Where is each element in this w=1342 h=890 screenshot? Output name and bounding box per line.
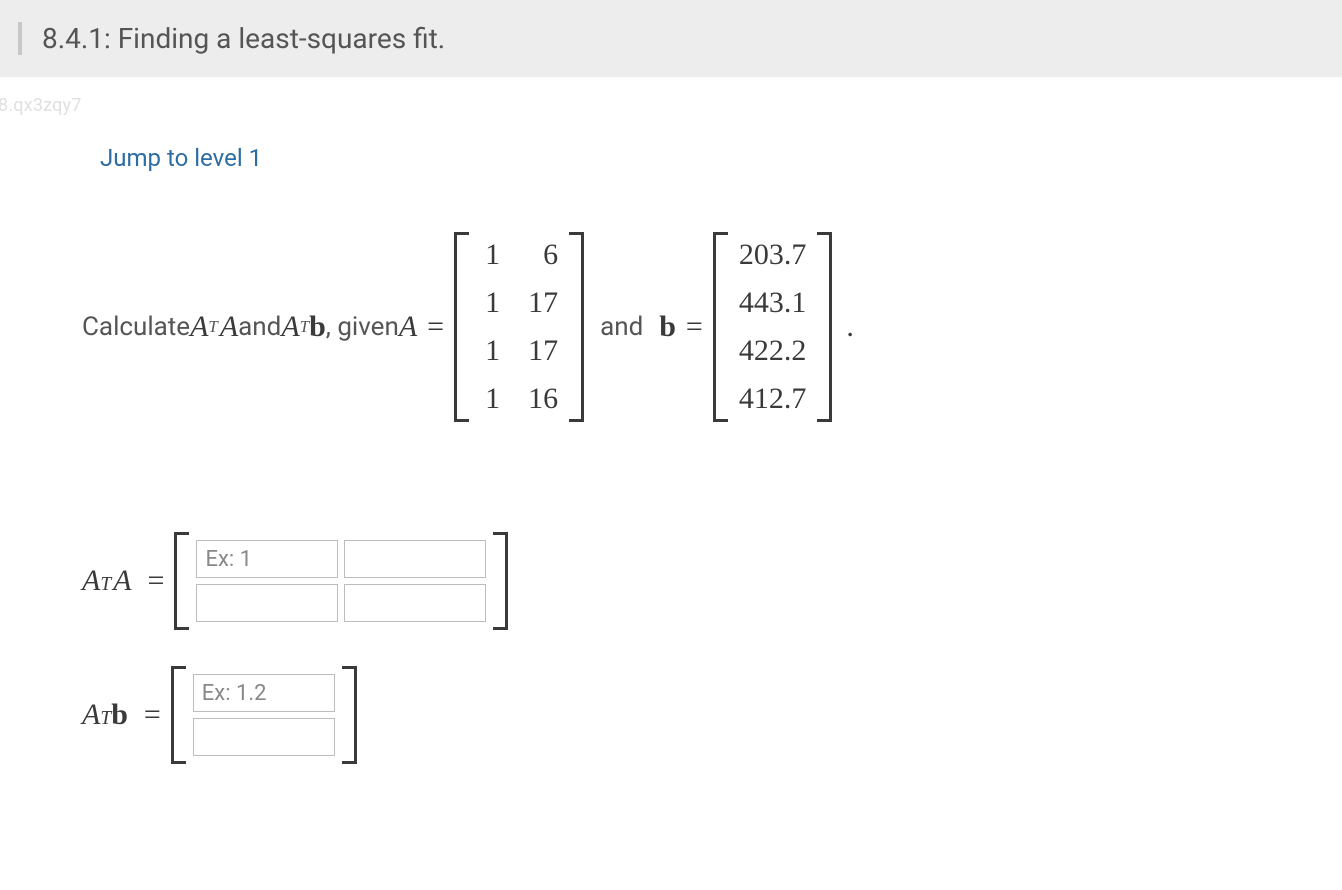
sym-T-sup: T <box>300 317 309 337</box>
equals-sign: = <box>138 564 175 598</box>
jump-to-level-link[interactable]: Jump to level 1 <box>100 144 262 172</box>
text-and: and <box>584 312 659 342</box>
sym-T-sup: T <box>100 574 111 596</box>
answer-atb-matrix <box>171 666 357 764</box>
activity-header: 8.4.1: Finding a least-squares fit. <box>0 0 1342 77</box>
sym-A: A <box>111 564 131 598</box>
sym-A: A <box>82 698 100 732</box>
bracket-right-icon <box>494 532 508 630</box>
equals-sign: = <box>676 310 713 344</box>
vector-cell: 422.2 <box>739 334 807 368</box>
ata-input-1-0[interactable] <box>196 584 338 622</box>
bracket-left-icon <box>713 232 727 422</box>
matrix-cell: 17 <box>528 334 558 368</box>
activity-title: 8.4.1: Finding a least-squares fit. <box>18 22 1324 55</box>
problem-prefix: Calculate <box>82 312 190 342</box>
matrix-A: 1 6 1 17 1 17 1 16 <box>454 232 584 422</box>
ata-input-0-0[interactable] <box>196 540 338 578</box>
answer-ata-row: AT A = <box>82 532 1342 630</box>
problem-statement: Calculate AT A and AT b , given A = 1 6 … <box>82 232 1342 422</box>
text-given: , given <box>326 312 399 342</box>
sym-T-sup: T <box>208 317 217 337</box>
watermark-id: 8.qx3zqy7 <box>0 77 1342 126</box>
bracket-right-icon <box>570 232 584 422</box>
vector-cell: 412.7 <box>739 382 807 416</box>
bracket-left-icon <box>454 232 468 422</box>
ata-input-0-1[interactable] <box>344 540 486 578</box>
sym-b: b <box>111 698 128 732</box>
matrix-cell: 1 <box>480 238 500 272</box>
equals-sign: = <box>417 310 454 344</box>
matrix-cell: 16 <box>528 382 558 416</box>
sym-b: b <box>309 310 326 344</box>
vector-cell: 203.7 <box>739 238 807 272</box>
answer-atb-inputs <box>185 666 343 764</box>
bracket-right-icon <box>343 666 357 764</box>
vector-b-body: 203.7 443.1 422.2 412.7 <box>727 232 819 422</box>
atb-input-0[interactable] <box>193 674 335 712</box>
sym-b: b <box>659 310 676 344</box>
text-and: and <box>238 312 281 342</box>
bracket-left-icon <box>171 666 185 764</box>
sym-A: A <box>399 310 417 344</box>
sym-A: A <box>281 310 299 344</box>
answer-ata-matrix <box>174 532 508 630</box>
matrix-cell: 17 <box>528 286 558 320</box>
answer-atb-label: AT b <box>82 698 128 732</box>
sym-A: A <box>82 564 100 598</box>
atb-input-1[interactable] <box>193 718 335 756</box>
period: . <box>832 310 854 344</box>
vector-b: 203.7 443.1 422.2 412.7 <box>713 232 833 422</box>
matrix-cell: 1 <box>480 334 500 368</box>
vector-cell: 443.1 <box>739 286 807 320</box>
answer-atb-row: AT b = <box>82 666 1342 764</box>
matrix-cell: 1 <box>480 382 500 416</box>
matrix-A-body: 1 6 1 17 1 17 1 16 <box>468 232 570 422</box>
activity-content: Jump to level 1 Calculate AT A and AT b … <box>0 126 1342 840</box>
ata-input-1-1[interactable] <box>344 584 486 622</box>
bracket-right-icon <box>818 232 832 422</box>
bracket-left-icon <box>174 532 188 630</box>
equals-sign: = <box>134 698 171 732</box>
answer-ata-label: AT A <box>82 564 132 598</box>
sym-T-sup: T <box>100 708 111 730</box>
answer-ata-inputs <box>188 532 494 630</box>
matrix-cell: 6 <box>538 238 558 272</box>
matrix-cell: 1 <box>480 286 500 320</box>
sym-A: A <box>190 310 208 344</box>
sym-A: A <box>218 310 238 344</box>
